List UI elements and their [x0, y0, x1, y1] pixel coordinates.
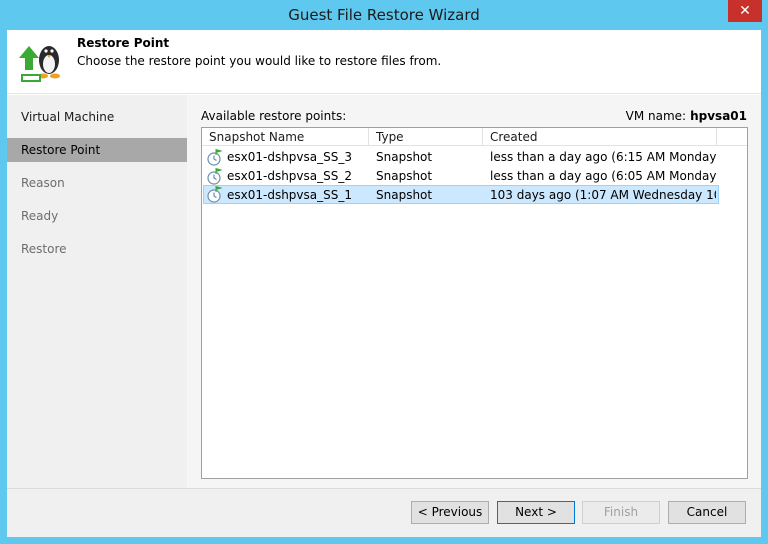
- snapshot-name: esx01-dshpvsa_SS_3: [227, 150, 353, 164]
- snapshot-created: less than a day ago (6:15 AM Monday 2/..…: [490, 150, 718, 164]
- next-button[interactable]: Next >: [497, 501, 575, 524]
- vm-name-caption: VM name:: [625, 109, 687, 123]
- available-restore-points-label: Available restore points:: [201, 109, 347, 123]
- wizard-steps-nav: Virtual Machine Restore Point Reason Rea…: [7, 95, 187, 488]
- veeam-linux-restore-icon: [19, 46, 60, 82]
- finish-button: Finish: [582, 501, 660, 524]
- snapshot-type: Snapshot: [376, 150, 433, 164]
- snapshot-created: 103 days ago (1:07 AM Wednesday 10/31...: [490, 188, 716, 202]
- close-button[interactable]: ✕: [728, 0, 762, 22]
- column-header-snapshot-name[interactable]: Snapshot Name: [202, 128, 369, 146]
- nav-item-restore-point[interactable]: Restore Point: [7, 138, 187, 162]
- title-bar[interactable]: Guest File Restore Wizard ✕: [0, 0, 768, 30]
- vm-name-label: VM name: hpvsa01: [626, 109, 747, 123]
- restore-points-table[interactable]: Snapshot Name Type Created esx01-dshpvsa…: [201, 127, 748, 479]
- wizard-window: Guest File Restore Wizard ✕ Restore Poin…: [0, 0, 768, 544]
- restore-point-panel: Available restore points: VM name: hpvsa0…: [187, 95, 761, 488]
- previous-button[interactable]: < Previous: [411, 501, 489, 524]
- window-title: Guest File Restore Wizard: [288, 6, 480, 24]
- wizard-client: Restore Point Choose the restore point y…: [7, 30, 761, 537]
- nav-item-virtual-machine[interactable]: Virtual Machine: [7, 105, 187, 129]
- nav-item-reason: Reason: [21, 176, 65, 190]
- snapshot-clock-icon: [207, 149, 223, 166]
- table-row[interactable]: esx01-dshpvsa_SS_3 Snapshot less than a …: [203, 148, 719, 167]
- snapshot-type: Snapshot: [376, 188, 433, 202]
- snapshot-created: less than a day ago (6:05 AM Monday 2/..…: [490, 169, 718, 183]
- nav-item-restore: Restore: [21, 242, 67, 256]
- table-row[interactable]: esx01-dshpvsa_SS_2 Snapshot less than a …: [203, 167, 719, 186]
- table-row-selected[interactable]: esx01-dshpvsa_SS_1 Snapshot 103 days ago…: [203, 185, 719, 204]
- snapshot-clock-icon: [207, 186, 223, 203]
- table-header: Snapshot Name Type Created: [202, 128, 747, 146]
- snapshot-clock-icon: [207, 168, 223, 185]
- snapshot-name: esx01-dshpvsa_SS_2: [227, 169, 353, 183]
- vm-name-value: hpvsa01: [690, 109, 747, 123]
- wizard-footer: < Previous Next > Finish Cancel: [7, 488, 761, 537]
- page-title: Restore Point: [77, 36, 170, 50]
- wizard-header: Restore Point Choose the restore point y…: [7, 30, 761, 94]
- column-header-created[interactable]: Created: [483, 128, 717, 146]
- column-header-type[interactable]: Type: [369, 128, 483, 146]
- cancel-button[interactable]: Cancel: [668, 501, 746, 524]
- page-description: Choose the restore point you would like …: [77, 54, 442, 68]
- nav-item-ready: Ready: [21, 209, 59, 223]
- snapshot-name: esx01-dshpvsa_SS_1: [227, 188, 353, 202]
- snapshot-type: Snapshot: [376, 169, 433, 183]
- wizard-body: Virtual Machine Restore Point Reason Rea…: [7, 95, 761, 488]
